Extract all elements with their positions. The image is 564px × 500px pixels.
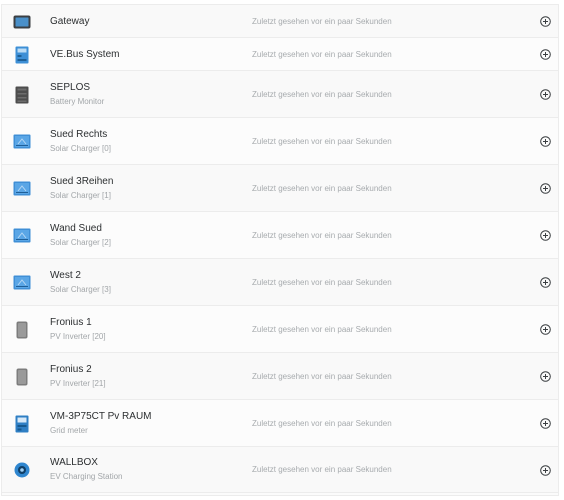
last-seen-text: Zuletzt gesehen vor ein paar Sekunden	[252, 230, 392, 240]
ev-charger-icon	[13, 461, 31, 479]
inverter-charger-icon	[13, 46, 31, 64]
device-type: PV Inverter [20]	[50, 331, 106, 341]
add-plus-icon[interactable]	[540, 418, 551, 429]
add-plus-icon[interactable]	[540, 16, 551, 27]
device-type: Solar Charger [2]	[50, 237, 111, 247]
last-seen-text: Zuletzt gesehen vor ein paar Sekunden	[252, 277, 392, 287]
add-plus-icon[interactable]	[540, 49, 551, 60]
device-row[interactable]: Sued Rechts Solar Charger [0] Zuletzt gese…	[2, 118, 558, 165]
device-row[interactable]: VM-3P75CT Pv RAUM Grid meter Zuletzt geseh…	[2, 400, 558, 447]
last-seen-text: Zuletzt gesehen vor ein paar Sekunden	[252, 136, 392, 146]
device-name: VM-3P75CT Pv RAUM	[50, 410, 152, 422]
battery-monitor-icon	[13, 86, 31, 104]
device-row[interactable]: Fronius 2 PV Inverter [21] Zuletzt gesehen…	[2, 353, 558, 400]
device-name: Sued Rechts	[50, 128, 108, 140]
pv-inverter-icon	[13, 321, 31, 339]
add-plus-icon[interactable]	[540, 371, 551, 382]
device-name: Fronius 1	[50, 316, 92, 328]
device-name: VE.Bus System	[50, 48, 120, 60]
device-name: Fronius 2	[50, 363, 92, 375]
last-seen-text: Zuletzt gesehen vor ein paar Sekunden	[252, 465, 392, 474]
device-name: Wand Sued	[50, 222, 102, 234]
device-list: Gateway Zuletzt gesehen vor ein paar Seku…	[1, 4, 559, 496]
device-type: PV Inverter [21]	[50, 378, 106, 388]
last-seen-text: Zuletzt gesehen vor ein paar Sekunden	[252, 183, 392, 193]
device-row[interactable]: WALLBOX EV Charging Station Zuletzt gesehe…	[2, 447, 558, 493]
add-plus-icon[interactable]	[540, 464, 551, 476]
solar-charger-icon	[13, 180, 31, 198]
add-plus-icon[interactable]	[540, 277, 551, 288]
device-name: West 2	[50, 269, 81, 281]
add-plus-icon[interactable]	[540, 230, 551, 241]
device-type: EV Charging Station	[50, 472, 123, 481]
device-row[interactable]: SEPLOS Battery Monitor Zuletzt gesehen vor…	[2, 71, 558, 118]
solar-charger-icon	[13, 227, 31, 245]
device-row[interactable]: Gateway Zuletzt gesehen vor ein paar Seku…	[2, 5, 558, 38]
pv-inverter-icon	[13, 368, 31, 386]
device-name: Sued 3Reihen	[50, 175, 114, 187]
grid-meter-icon	[13, 415, 31, 433]
add-plus-icon[interactable]	[540, 324, 551, 335]
device-name: SEPLOS	[50, 81, 91, 93]
add-plus-icon[interactable]	[540, 183, 551, 194]
last-seen-text: Zuletzt gesehen vor ein paar Sekunden	[252, 371, 392, 381]
gateway-icon	[13, 13, 31, 31]
device-name: Gateway	[50, 15, 90, 27]
device-type: Solar Charger [1]	[50, 190, 111, 200]
device-type: Solar Charger [3]	[50, 284, 111, 294]
last-seen-text: Zuletzt gesehen vor ein paar Sekunden	[252, 324, 392, 334]
device-type: Battery Monitor	[50, 96, 105, 106]
solar-charger-icon	[13, 274, 31, 292]
device-type: Grid meter	[50, 425, 88, 435]
add-plus-icon[interactable]	[540, 89, 551, 100]
last-seen-text: Zuletzt gesehen vor ein paar Sekunden	[252, 89, 392, 99]
device-row[interactable]: Fronius 1 PV Inverter [20] Zuletzt gesehen…	[2, 306, 558, 353]
device-row[interactable]: Sued 3Reihen Solar Charger [1] Zuletzt ges…	[2, 165, 558, 212]
device-name: WALLBOX	[50, 457, 98, 468]
last-seen-text: Zuletzt gesehen vor ein paar Sekunden	[252, 49, 392, 59]
add-plus-icon[interactable]	[540, 136, 551, 147]
device-row[interactable]: Wand Sued Solar Charger [2] Zuletzt gesehe…	[2, 212, 558, 259]
solar-charger-icon	[13, 133, 31, 151]
last-seen-text: Zuletzt gesehen vor ein paar Sekunden	[252, 16, 392, 26]
device-row[interactable]: VE.Bus System Zuletzt gesehen vor ein paa…	[2, 38, 558, 71]
device-type: Solar Charger [0]	[50, 143, 111, 153]
device-row[interactable]: West 2 Solar Charger [3] Zuletzt gesehen v…	[2, 259, 558, 306]
last-seen-text: Zuletzt gesehen vor ein paar Sekunden	[252, 418, 392, 428]
